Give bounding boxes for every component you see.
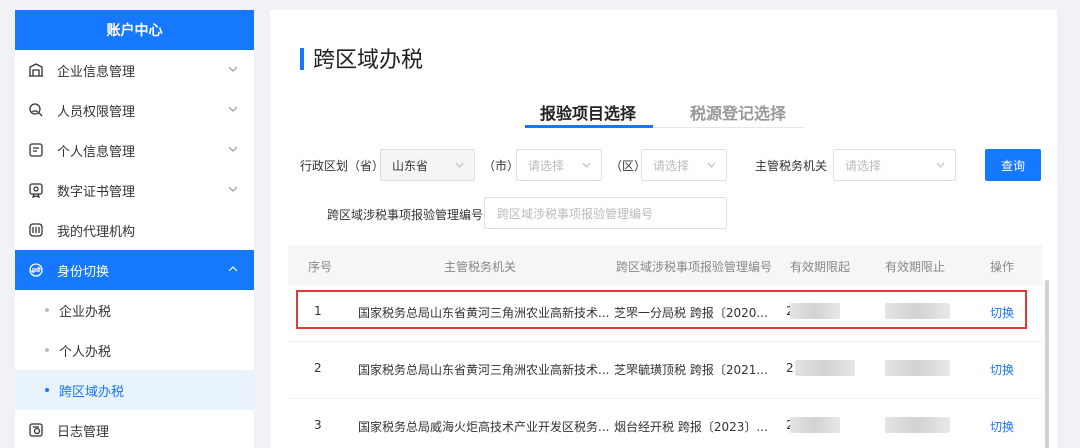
bullet-icon — [45, 308, 49, 312]
sidebar: 账户中心 企业信息管理 人员权限管理 个人信息管理 数字证书管理 我的代理机构 — [15, 10, 254, 448]
switch-link[interactable]: 切换 — [990, 361, 1014, 378]
switch-icon — [27, 261, 45, 279]
table-row: 2 国家税务总局山东省黄河三角洲农业高新技术... 芝罘毓璜顶税 跨报〔2021… — [288, 342, 1042, 399]
code-label: 跨区域涉税事项报验管理编号 — [327, 208, 484, 222]
cell-start: 2 — [786, 361, 794, 375]
authority-label: 主管税务机关 — [755, 159, 828, 173]
sidebar-item-label: 身份切换 — [57, 264, 110, 280]
chevron-down-icon — [228, 66, 238, 72]
highlight-box — [296, 290, 1027, 329]
redacted-end-date — [885, 417, 950, 433]
sidebar-subitem-personal-tax[interactable]: 个人办税 — [15, 330, 254, 370]
tab-tax-source-registration[interactable]: 税源登记选择 — [690, 100, 786, 124]
bullet-icon — [45, 388, 49, 392]
col-header-end: 有效期限止 — [885, 260, 946, 274]
authority-placeholder: 请选择 — [845, 158, 882, 173]
cell-authority: 国家税务总局山东省黄河三角洲农业高新技术... — [358, 363, 610, 377]
chevron-down-icon — [582, 162, 591, 168]
cell-authority: 国家税务总局威海火炬高技术产业开发区税务... — [358, 420, 610, 434]
cell-no: 2 — [314, 361, 322, 375]
sidebar-item-identity-switch[interactable]: 身份切换 — [15, 250, 254, 290]
table-header: 序号 主管税务机关 跨区域涉税事项报验管理编号 有效期限起 有效期限止 操作 — [288, 245, 1042, 285]
district-placeholder: 请选择 — [653, 158, 690, 173]
query-button[interactable]: 查询 — [985, 149, 1041, 181]
redacted-start-date — [790, 417, 840, 433]
redacted-start-date — [795, 360, 855, 376]
sidebar-subitem-label: 跨区域办税 — [59, 384, 125, 400]
tab-active-indicator — [525, 125, 653, 128]
sidebar-header: 账户中心 — [15, 10, 254, 50]
sidebar-item-label: 个人信息管理 — [57, 144, 136, 160]
log-icon — [27, 421, 45, 439]
col-header-code: 跨区域涉税事项报验管理编号 — [616, 260, 773, 274]
sidebar-item-certificates[interactable]: 数字证书管理 — [15, 170, 254, 210]
sidebar-subitem-label: 企业办税 — [59, 304, 112, 320]
chevron-down-icon — [455, 162, 464, 168]
scrollbar[interactable] — [1045, 280, 1049, 448]
city-label: （市） — [483, 159, 520, 173]
sidebar-subitem-company-tax[interactable]: 企业办税 — [15, 290, 254, 330]
chevron-down-icon — [228, 186, 238, 192]
sidebar-item-label: 数字证书管理 — [57, 184, 136, 200]
col-header-no: 序号 — [308, 260, 333, 274]
city-select[interactable]: 请选择 — [516, 149, 602, 181]
chevron-up-icon — [228, 266, 238, 272]
user-search-icon — [27, 101, 45, 119]
switch-link[interactable]: 切换 — [990, 418, 1014, 435]
province-value: 山东省 — [392, 158, 429, 173]
cell-code: 芝罘毓璜顶税 跨报〔2021... — [614, 363, 768, 377]
sidebar-item-permissions[interactable]: 人员权限管理 — [15, 90, 254, 130]
building-icon — [27, 61, 45, 79]
sidebar-subitem-label: 个人办税 — [59, 344, 112, 360]
agency-icon — [27, 221, 45, 239]
sidebar-item-logs[interactable]: 日志管理 — [15, 410, 254, 448]
chevron-down-icon — [228, 146, 238, 152]
redacted-end-date — [885, 360, 950, 376]
col-header-action: 操作 — [990, 260, 1015, 274]
sidebar-item-label: 企业信息管理 — [57, 64, 136, 80]
sidebar-item-company-info[interactable]: 企业信息管理 — [15, 50, 254, 90]
chevron-down-icon — [707, 162, 716, 168]
province-label: 行政区划（省） — [300, 159, 385, 173]
tab-inspection-project[interactable]: 报验项目选择 — [540, 100, 636, 124]
authority-select[interactable]: 请选择 — [833, 149, 956, 181]
bullet-icon — [45, 348, 49, 352]
page-title: 跨区域办税 — [313, 48, 424, 73]
col-header-start: 有效期限起 — [790, 260, 851, 274]
id-card-icon — [27, 141, 45, 159]
sidebar-item-label: 我的代理机构 — [57, 224, 136, 240]
chevron-down-icon — [228, 106, 238, 112]
cell-no: 3 — [314, 418, 322, 432]
tab-bar: 报验项目选择 税源登记选择 — [525, 100, 805, 128]
cell-code: 烟台经开税 跨报〔2023〕... — [614, 420, 768, 434]
province-select[interactable]: 山东省 — [380, 149, 475, 181]
certificate-icon — [27, 181, 45, 199]
main-panel: 跨区域办税 报验项目选择 税源登记选择 行政区划（省） 山东省 （市） 请选择 … — [270, 10, 1057, 448]
chevron-down-icon — [936, 162, 945, 168]
sidebar-item-label: 人员权限管理 — [57, 104, 136, 120]
sidebar-subitem-cross-region-tax[interactable]: 跨区域办税 — [15, 370, 254, 410]
sidebar-item-agency[interactable]: 我的代理机构 — [15, 210, 254, 250]
city-placeholder: 请选择 — [528, 158, 565, 173]
sidebar-item-personal-info[interactable]: 个人信息管理 — [15, 130, 254, 170]
title-accent — [300, 48, 304, 70]
sidebar-item-label: 日志管理 — [57, 424, 110, 440]
code-input[interactable]: 跨区域涉税事项报验管理编号 — [484, 197, 727, 229]
col-header-authority: 主管税务机关 — [444, 260, 517, 274]
district-select[interactable]: 请选择 — [641, 149, 727, 181]
table-row: 3 国家税务总局威海火炬高技术产业开发区税务... 烟台经开税 跨报〔2023〕… — [288, 399, 1042, 448]
